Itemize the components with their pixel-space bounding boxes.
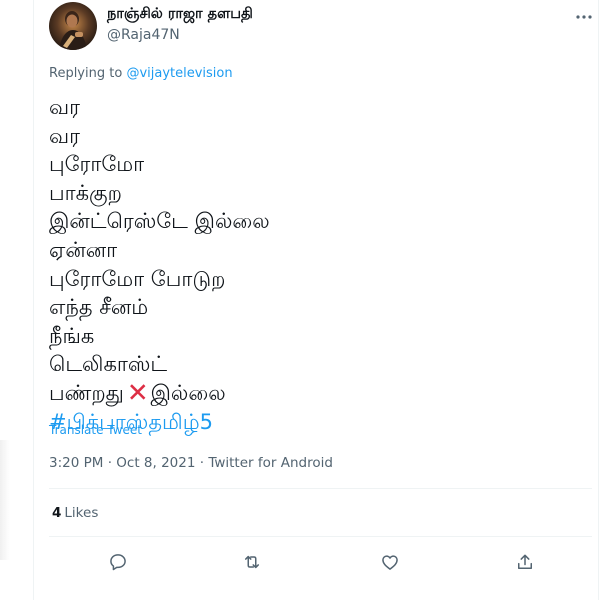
tweet-source[interactable]: Twitter for Android <box>208 455 333 471</box>
author-display-name[interactable]: நாஞ்சில் ராஜா தளபதி <box>107 6 253 24</box>
replying-to-prefix: Replying to <box>49 66 127 81</box>
tweet-line: புரோமோ <box>49 152 145 177</box>
divider <box>49 536 592 537</box>
reply-icon <box>110 554 126 571</box>
share-icon <box>518 554 532 569</box>
tweet-action-bar <box>49 547 592 577</box>
like-button[interactable] <box>375 547 405 577</box>
tweet-line: புரோமோ போடுற <box>49 266 226 291</box>
cross-mark-emoji-icon: ✕ <box>126 377 149 408</box>
tweet-meta: 3:20 PM · Oct 8, 2021 · Twitter for Andr… <box>49 455 333 471</box>
retweet-icon <box>245 555 259 569</box>
reply-mention-link[interactable]: @vijaytelevision <box>126 66 232 81</box>
tweet-line-text: பண்றது <box>49 380 124 405</box>
avatar-image <box>49 2 97 50</box>
like-icon <box>382 555 398 570</box>
tweet-date[interactable]: Oct 8, 2021 <box>116 455 195 471</box>
translate-tweet-link[interactable]: Translate Tweet <box>49 423 142 437</box>
more-horizontal-icon[interactable] <box>572 8 596 26</box>
retweet-button[interactable] <box>237 547 267 577</box>
likes-label: Likes <box>64 505 99 521</box>
meta-separator: · <box>103 455 117 471</box>
column-border-left <box>33 0 34 600</box>
reply-button[interactable] <box>103 547 133 577</box>
author-handle[interactable]: @Raja47N <box>107 27 180 43</box>
tweet-detail-page: நாஞ்சில் ராஜா தளபதி @Raja47N Replying to… <box>0 0 600 600</box>
tweet-line-with-emoji: பண்றது ✕இல்லை <box>49 378 270 408</box>
tweet-line: எந்த சீனம் <box>49 295 149 320</box>
likes-stat[interactable]: 4 Likes <box>52 505 98 521</box>
tweet-line: நீங்க <box>49 323 95 348</box>
likes-count: 4 <box>52 505 62 521</box>
meta-separator: · <box>195 455 209 471</box>
tweet-line-text: இல்லை <box>150 380 226 405</box>
tweet-line: வர <box>49 95 80 119</box>
tweet-line: டெலிகாஸ்ட் <box>49 352 168 377</box>
column-border-right <box>598 0 599 600</box>
share-button[interactable] <box>510 547 540 577</box>
tweet-line: ஏன்னா <box>49 237 118 262</box>
divider <box>49 488 592 489</box>
replying-to: Replying to @vijaytelevision <box>49 66 233 81</box>
tweet-text: வர வர புரோமோ பாக்குற இன்ட்ரெஸ்டே இல்லை ஏ… <box>49 93 270 436</box>
tweet-line: பாக்குற <box>49 180 122 205</box>
tweet-line: வர <box>49 123 80 148</box>
avatar[interactable] <box>49 2 97 50</box>
left-edge-shadow <box>0 440 10 560</box>
tweet-time[interactable]: 3:20 PM <box>49 455 103 471</box>
tweet-line: இன்ட்ரெஸ்டே இல்லை <box>49 209 270 234</box>
